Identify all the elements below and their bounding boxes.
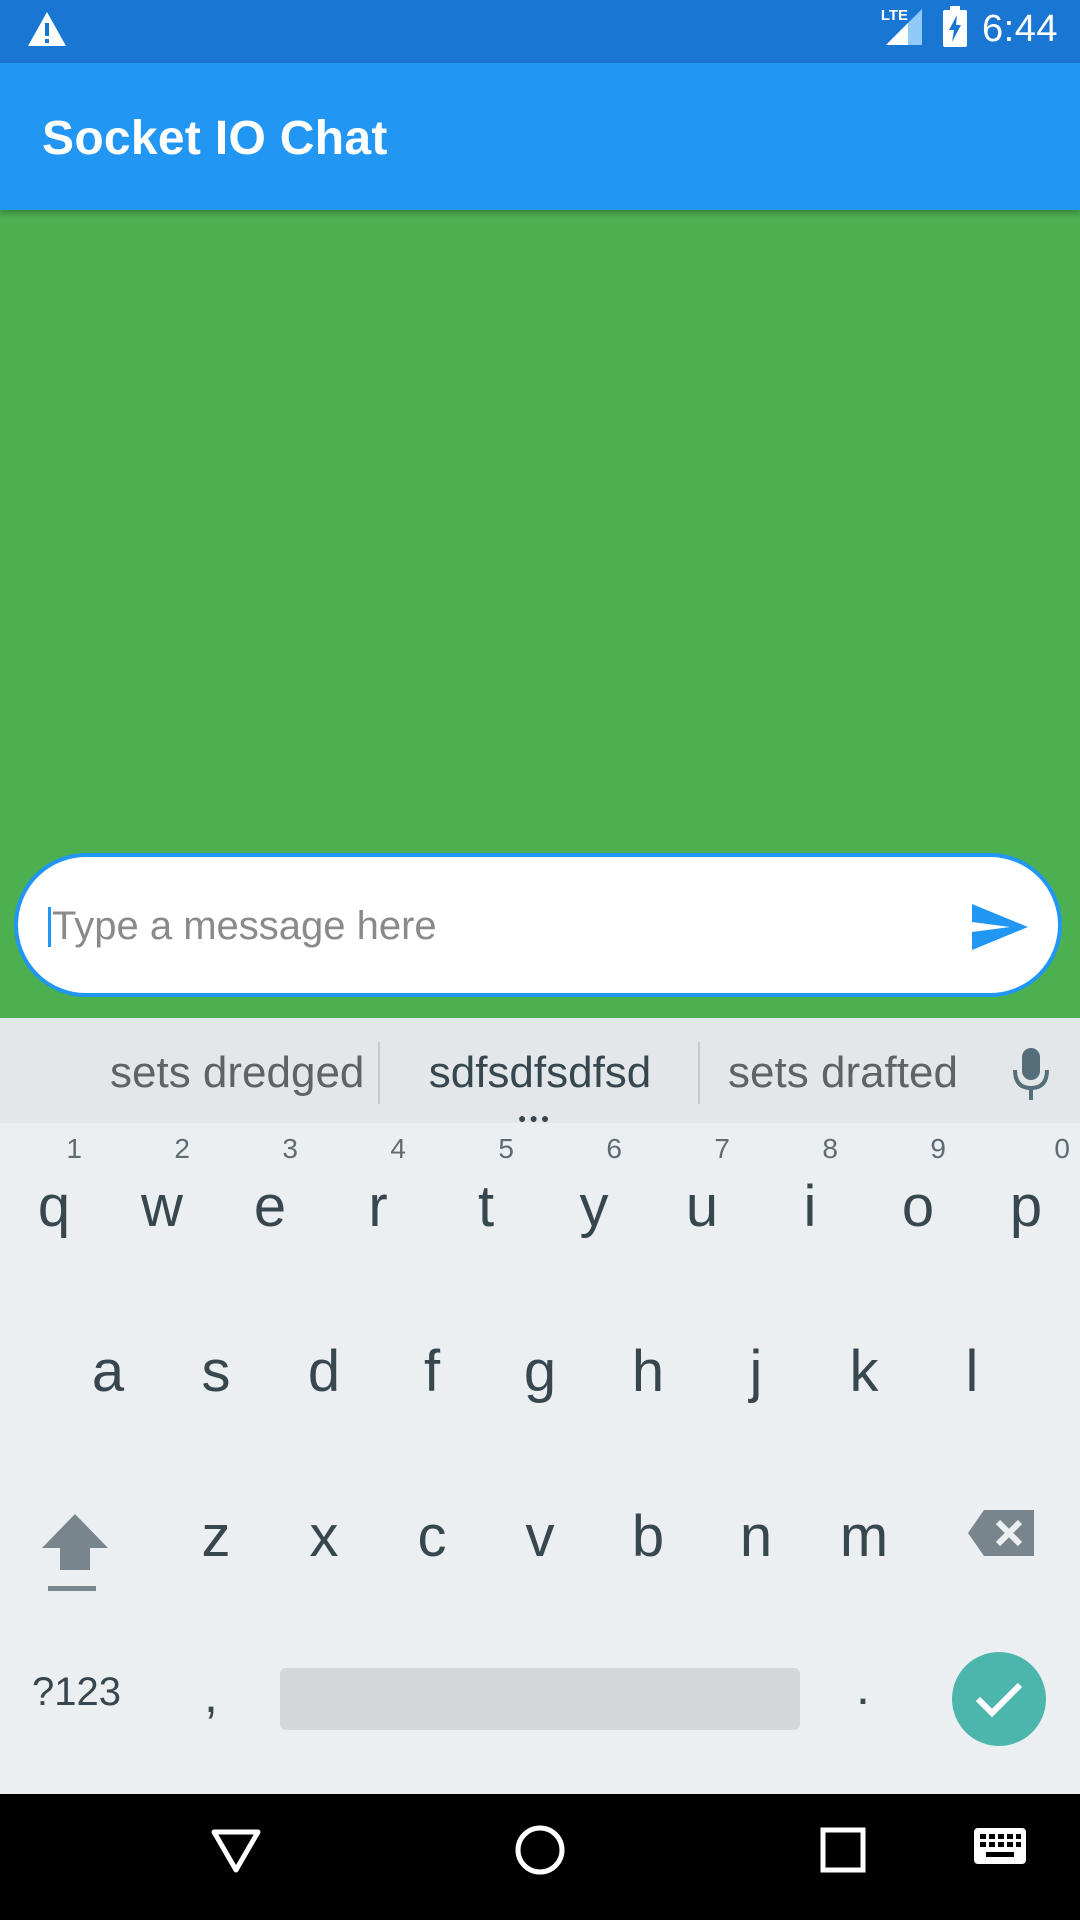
shift-key[interactable]: [20, 1508, 130, 1618]
key-i[interactable]: i8: [756, 1123, 864, 1273]
key-k[interactable]: k: [810, 1288, 918, 1438]
keyboard-switch-icon: [974, 1828, 1026, 1864]
key-t[interactable]: t5: [432, 1123, 540, 1273]
key-r[interactable]: r4: [324, 1123, 432, 1273]
symbols-key[interactable]: ?123: [32, 1670, 121, 1715]
back-icon: [211, 1829, 261, 1873]
message-composer: [14, 853, 1062, 997]
warning-icon: [26, 10, 68, 53]
key-s[interactable]: s: [162, 1288, 270, 1438]
suggestion-item[interactable]: sets dredged: [110, 1048, 364, 1098]
comma-key[interactable]: ,: [204, 1666, 218, 1724]
backspace-key[interactable]: [966, 1508, 1066, 1578]
status-time: 6:44: [982, 8, 1058, 50]
key-p[interactable]: p0: [972, 1123, 1080, 1273]
enter-button[interactable]: [952, 1652, 1046, 1746]
home-button[interactable]: [512, 1822, 568, 1883]
chat-area: [0, 210, 1080, 1018]
key-c[interactable]: c: [378, 1453, 486, 1603]
key-m[interactable]: m: [810, 1453, 918, 1603]
key-x[interactable]: x: [270, 1453, 378, 1603]
app-bar: Socket IO Chat: [0, 63, 1080, 210]
key-a[interactable]: a: [54, 1288, 162, 1438]
recents-button[interactable]: [815, 1822, 871, 1883]
key-l[interactable]: l: [918, 1288, 1026, 1438]
suggestion-divider: [698, 1042, 700, 1104]
key-j[interactable]: j: [702, 1288, 810, 1438]
key-w[interactable]: w2: [108, 1123, 216, 1273]
backspace-icon: [968, 1510, 1034, 1556]
recents-icon: [820, 1827, 866, 1873]
key-o[interactable]: o9: [864, 1123, 972, 1273]
key-h[interactable]: h: [594, 1288, 702, 1438]
key-y[interactable]: y6: [540, 1123, 648, 1273]
text-caret: [48, 907, 51, 947]
key-b[interactable]: b: [594, 1453, 702, 1603]
send-icon: [972, 904, 1028, 950]
suggestion-item[interactable]: sdfsdfsdfsd: [400, 1048, 680, 1098]
key-d[interactable]: d: [270, 1288, 378, 1438]
suggestion-strip: sets dredged sdfsdfsdfsd sets drafted ●●…: [0, 1018, 1080, 1126]
shift-icon: [42, 1514, 108, 1591]
mic-icon[interactable]: [1006, 1046, 1056, 1107]
key-q[interactable]: q1: [0, 1123, 108, 1273]
key-n[interactable]: n: [702, 1453, 810, 1603]
key-e[interactable]: e3: [216, 1123, 324, 1273]
suggestion-divider: [378, 1042, 380, 1104]
status-bar: LTE 6:44: [0, 0, 1080, 63]
soft-keyboard: sets dredged sdfsdfsdfsd sets drafted ●●…: [0, 1018, 1080, 1794]
key-u[interactable]: u7: [648, 1123, 756, 1273]
key-f[interactable]: f: [378, 1288, 486, 1438]
key-v[interactable]: v: [486, 1453, 594, 1603]
key-z[interactable]: z: [162, 1453, 270, 1603]
space-bar[interactable]: [280, 1668, 800, 1730]
app-title: Socket IO Chat: [42, 112, 388, 165]
suggestion-item[interactable]: sets drafted: [718, 1048, 968, 1098]
home-icon: [515, 1825, 565, 1875]
back-button[interactable]: [208, 1822, 264, 1883]
checkmark-icon: [975, 1682, 1023, 1718]
send-button[interactable]: [970, 901, 1030, 953]
period-key[interactable]: .: [856, 1658, 870, 1716]
key-g[interactable]: g: [486, 1288, 594, 1438]
keyboard-switch-button[interactable]: [972, 1826, 1028, 1871]
network-type-label: LTE: [880, 7, 909, 24]
nav-bar: [0, 1794, 1080, 1920]
battery-charging-icon: [942, 6, 968, 53]
message-input[interactable]: [52, 891, 952, 961]
